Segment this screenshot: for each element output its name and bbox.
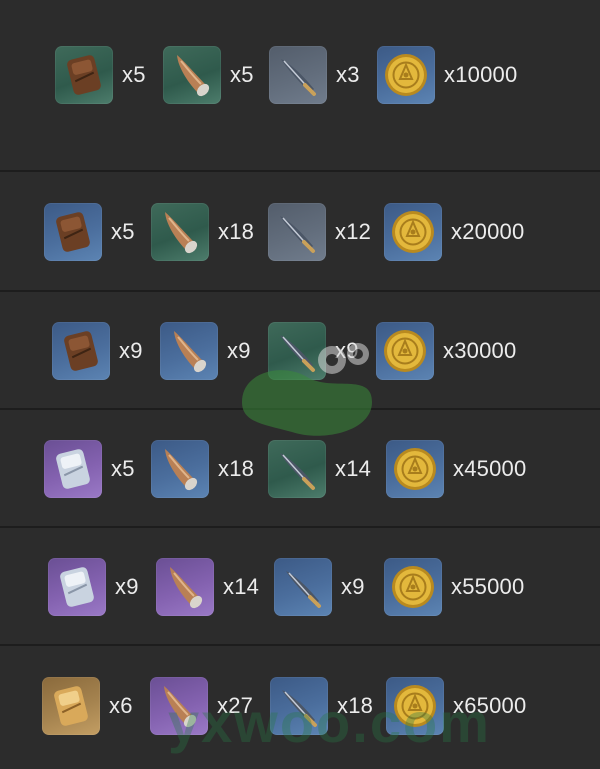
material-item: x18 [151,203,254,261]
material-quantity: x20000 [451,219,525,244]
material-item: x6 [42,677,133,735]
horn-icon [163,46,221,104]
table-row: x9 x9 x9 x30000 [0,292,600,410]
material-quantity: x9 [115,574,139,599]
material-item: x9 [160,322,251,380]
material-quantity: x9 [227,338,251,363]
material-item: x5 [163,46,254,104]
material-quantity: x18 [218,219,255,244]
horn-icon [160,322,218,380]
table-row: x5 x5 x3 x10000 [0,0,600,172]
feather-blade-icon [268,203,326,261]
material-quantity: x12 [335,219,372,244]
material-item: x55000 [384,558,524,616]
material-item: x9 [268,322,359,380]
material-item: x14 [268,440,371,498]
material-item: x65000 [386,677,526,735]
material-quantity: x27 [217,693,254,718]
feather-blade-icon [269,46,327,104]
material-quantity: x30000 [443,338,517,363]
material-quantity: x18 [218,456,255,481]
material-item: x9 [48,558,139,616]
feather-blade-icon [268,322,326,380]
crystal-pouch-icon [44,440,102,498]
gold-coin-icon [384,558,442,616]
material-item: x20000 [384,203,524,261]
material-item: x14 [156,558,259,616]
material-item: x5 [44,203,135,261]
crystal-pouch-icon [48,558,106,616]
leather-pouch-icon [55,46,113,104]
horn-icon [156,558,214,616]
material-quantity: x9 [341,574,365,599]
material-item: x9 [52,322,143,380]
material-quantity: x9 [119,338,143,363]
gold-coin-icon [386,677,444,735]
leather-pouch-icon [44,203,102,261]
material-quantity: x5 [122,62,146,87]
horn-icon [151,440,209,498]
gold-coin-icon [384,203,442,261]
golden-pouch-icon [42,677,100,735]
material-item: x45000 [386,440,526,498]
leather-pouch-icon [52,322,110,380]
upgrade-materials-table: x5 x5 x3 x10000 x5 x18 x12 x20000 x9 x9 … [0,0,600,769]
material-quantity: x5 [230,62,254,87]
table-row: x9 x14 x9 x55000 [0,528,600,646]
material-quantity: x55000 [451,574,525,599]
material-quantity: x65000 [453,693,527,718]
feather-blade-icon [268,440,326,498]
material-quantity: x45000 [453,456,527,481]
material-quantity: x5 [111,219,135,244]
table-row: x5 x18 x12 x20000 [0,172,600,292]
gold-coin-icon [377,46,435,104]
material-quantity: x6 [109,693,133,718]
material-quantity: x14 [335,456,372,481]
feather-blade-icon [270,677,328,735]
material-item: x18 [151,440,254,498]
material-quantity: x14 [223,574,260,599]
material-item: x5 [55,46,146,104]
material-item: x5 [44,440,135,498]
horn-icon [151,203,209,261]
feather-blade-icon [274,558,332,616]
material-item: x12 [268,203,371,261]
material-quantity: x10000 [444,62,518,87]
material-item: x10000 [377,46,517,104]
table-row: x6 x27 x18 x65000 [0,646,600,769]
material-quantity: x5 [111,456,135,481]
material-quantity: x18 [337,693,374,718]
material-item: x3 [269,46,360,104]
table-row: x5 x18 x14 x45000 [0,410,600,528]
material-item: x27 [150,677,253,735]
gold-coin-icon [386,440,444,498]
material-item: x9 [274,558,365,616]
material-item: x30000 [376,322,516,380]
horn-icon [150,677,208,735]
gold-coin-icon [376,322,434,380]
material-item: x18 [270,677,373,735]
material-quantity: x9 [335,338,359,363]
material-quantity: x3 [336,62,360,87]
